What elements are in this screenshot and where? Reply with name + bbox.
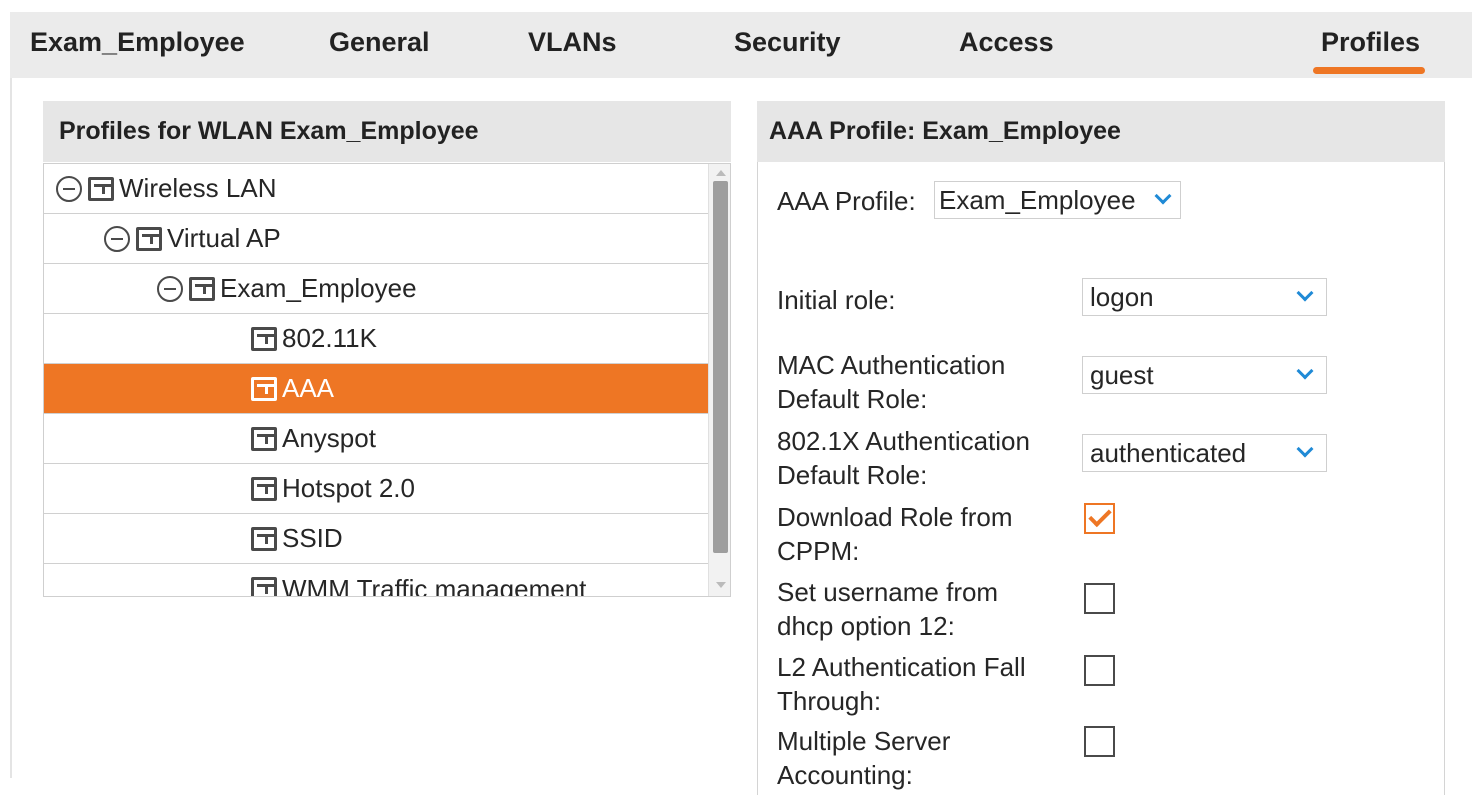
- download-role-checkbox[interactable]: [1084, 503, 1115, 534]
- scroll-up-icon[interactable]: [716, 170, 726, 176]
- dot1x-role-label-line2: Default Role:: [777, 460, 928, 490]
- chevron-down-icon: [1296, 284, 1314, 302]
- tab-bar: Exam_Employee General VLANs Security Acc…: [10, 12, 1472, 78]
- dot1x-role-value: authenticated: [1090, 437, 1247, 468]
- tree-item-80211k[interactable]: 802.11K: [44, 314, 708, 364]
- l2-fallthrough-checkbox[interactable]: [1084, 655, 1115, 686]
- tree-item-wireless-lan[interactable]: Wireless LAN: [44, 164, 708, 214]
- mac-auth-role-label-line1: MAC Authentication: [777, 350, 1006, 380]
- initial-role-value: logon: [1090, 281, 1154, 312]
- collapse-icon[interactable]: [157, 275, 183, 302]
- tree-item-label: AAA: [282, 373, 335, 403]
- dhcp-option12-label-line2: dhcp option 12:: [777, 611, 955, 641]
- profile-icon: [88, 176, 114, 201]
- initial-role-select[interactable]: logon: [1082, 278, 1327, 316]
- dot1x-role-select[interactable]: authenticated: [1082, 434, 1327, 472]
- collapse-icon[interactable]: [56, 175, 82, 202]
- tree-item-label: Exam_Employee: [220, 273, 417, 303]
- tree-item-wmm-traffic-management[interactable]: WMM Traffic management: [44, 564, 708, 597]
- checkmark-icon: [1088, 503, 1112, 528]
- page-border: [10, 78, 12, 778]
- download-role-label-line1: Download Role from: [777, 502, 1013, 532]
- tree-scrollbar[interactable]: [708, 164, 730, 596]
- profile-icon: [189, 276, 215, 301]
- profile-icon: [251, 526, 277, 551]
- tab-exam-employee[interactable]: Exam_Employee: [30, 27, 245, 58]
- chevron-down-icon: [1296, 362, 1314, 380]
- tree-item-label: WMM Traffic management: [282, 573, 587, 597]
- tab-security[interactable]: Security: [734, 27, 841, 58]
- aaa-profile-panel-title: AAA Profile: Exam_Employee: [757, 101, 1445, 162]
- multi-server-accounting-label-line2: Accounting:: [777, 760, 913, 790]
- mac-auth-role-select[interactable]: guest: [1082, 356, 1327, 394]
- tree-item-exam-employee[interactable]: Exam_Employee: [44, 264, 708, 314]
- l2-fallthrough-label-line1: L2 Authentication Fall: [777, 652, 1026, 682]
- collapse-icon[interactable]: [104, 225, 130, 252]
- tree-item-ssid[interactable]: SSID: [44, 514, 708, 564]
- scroll-down-icon[interactable]: [716, 582, 726, 588]
- aaa-profile-label: AAA Profile:: [777, 186, 916, 216]
- multi-server-accounting-checkbox[interactable]: [1084, 726, 1115, 757]
- initial-role-label: Initial role:: [777, 285, 896, 315]
- profile-icon: [251, 476, 277, 501]
- profile-icon: [136, 226, 162, 251]
- tab-profiles[interactable]: Profiles: [1321, 27, 1420, 58]
- dhcp-option12-label-line1: Set username from: [777, 577, 999, 607]
- tree-item-anyspot[interactable]: Anyspot: [44, 414, 708, 464]
- tree-item-label: Anyspot: [282, 423, 376, 453]
- profile-icon: [251, 426, 277, 451]
- l2-fallthrough-label-line2: Through:: [777, 686, 882, 716]
- tree-item-label: Wireless LAN: [119, 173, 277, 203]
- multi-server-accounting-label-line1: Multiple Server: [777, 726, 951, 756]
- tree-item-hotspot-20[interactable]: Hotspot 2.0: [44, 464, 708, 514]
- mac-auth-role-label-line2: Default Role:: [777, 384, 928, 414]
- scroll-thumb[interactable]: [713, 181, 728, 553]
- tree-item-label: SSID: [282, 523, 343, 553]
- tab-general[interactable]: General: [329, 27, 430, 58]
- profile-icon: [251, 577, 277, 596]
- download-role-label-line2: CPPM:: [777, 536, 860, 566]
- profile-tree: Wireless LAN Virtual AP Exam_Employee 80…: [43, 163, 731, 597]
- tree-item-virtual-ap[interactable]: Virtual AP: [44, 214, 708, 264]
- chevron-down-icon: [1296, 440, 1314, 458]
- dhcp-option12-checkbox[interactable]: [1084, 583, 1115, 614]
- dot1x-role-label-line1: 802.1X Authentication: [777, 426, 1030, 456]
- aaa-profile-value: Exam_Employee: [939, 184, 1136, 215]
- mac-auth-role-value: guest: [1090, 359, 1154, 390]
- profile-icon: [251, 376, 277, 401]
- tab-vlans[interactable]: VLANs: [528, 27, 617, 58]
- profiles-panel-title: Profiles for WLAN Exam_Employee: [43, 101, 731, 162]
- active-tab-indicator: [1313, 67, 1425, 74]
- tree-item-aaa[interactable]: AAA: [44, 364, 708, 414]
- profile-icon: [251, 326, 277, 351]
- aaa-profile-form: AAA Profile: Exam_Employee Initial role:…: [757, 162, 1445, 795]
- aaa-profile-select[interactable]: Exam_Employee: [934, 181, 1181, 219]
- tree-item-label: Virtual AP: [167, 223, 281, 253]
- tree-item-label: Hotspot 2.0: [282, 473, 415, 503]
- chevron-down-icon: [1154, 187, 1172, 205]
- tab-access[interactable]: Access: [959, 27, 1054, 58]
- tree-item-label: 802.11K: [282, 323, 377, 353]
